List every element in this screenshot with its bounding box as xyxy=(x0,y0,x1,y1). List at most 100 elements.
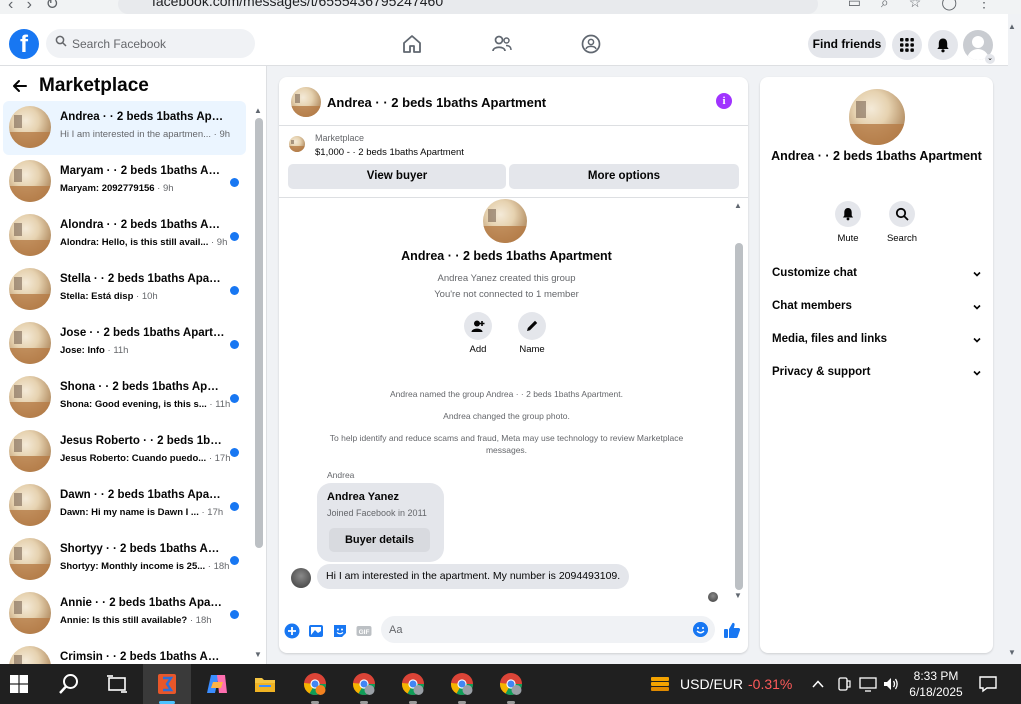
sticker-icon[interactable] xyxy=(332,623,348,639)
conversation-item[interactable]: Shortyy · · 2 beds 1baths Apartment Short… xyxy=(3,533,246,587)
chat-scrollbar[interactable] xyxy=(735,243,743,590)
unread-dot xyxy=(230,340,239,349)
message-input-box[interactable] xyxy=(381,616,715,643)
listing-description[interactable]: $1,000 - · 2 beds 1baths Apartment xyxy=(315,147,464,158)
privacy-support-section[interactable]: Privacy & support xyxy=(772,366,982,386)
conversation-name: Shona · · 2 beds 1baths Apartment xyxy=(60,381,225,393)
address-bar[interactable]: facebook.com/messages/t/6555436795247460 xyxy=(118,0,818,14)
emoji-icon[interactable] xyxy=(693,622,708,637)
chat-header: Andrea · · 2 beds 1baths Apartment i xyxy=(279,77,748,126)
meet-now-icon[interactable] xyxy=(836,676,852,692)
system-clock[interactable]: 8:33 PM 6/18/2025 xyxy=(908,668,964,700)
scroll-up-arrow[interactable]: ▲ xyxy=(254,106,262,115)
search-icon[interactable] xyxy=(57,672,81,696)
chevron-down-icon[interactable]: ⌄ xyxy=(985,54,995,64)
notifications-button[interactable] xyxy=(928,30,958,60)
facebook-logo[interactable]: f xyxy=(9,29,39,59)
volume-icon[interactable] xyxy=(882,676,900,692)
chrome-profile-2[interactable] xyxy=(352,672,376,696)
conversation-item[interactable]: Annie · · 2 beds 1baths Apartment Annie: … xyxy=(3,587,246,641)
find-friends-button[interactable]: Find friends xyxy=(808,30,886,58)
chat-avatar[interactable] xyxy=(291,87,321,117)
chat-scroll-down-arrow[interactable]: ▼ xyxy=(734,591,742,600)
stock-widget-icon[interactable] xyxy=(648,672,672,696)
info-icon[interactable]: i xyxy=(716,93,732,109)
buyer-details-button[interactable]: Buyer details xyxy=(329,528,430,552)
conversation-avatar xyxy=(9,484,51,526)
chevron-up-icon[interactable] xyxy=(810,676,826,692)
task-view-icon[interactable] xyxy=(105,672,129,696)
message-thread: Andrea · · 2 beds 1baths Apartment Andre… xyxy=(279,199,748,611)
file-explorer-icon[interactable] xyxy=(253,672,277,696)
conversation-name: Shortyy · · 2 beds 1baths Apartment xyxy=(60,543,225,555)
network-icon[interactable] xyxy=(859,676,877,692)
search-bar[interactable] xyxy=(46,29,255,58)
conversation-item[interactable]: Jesus Roberto · · 2 beds 1baths Apartmen… xyxy=(3,425,246,479)
sender-avatar[interactable] xyxy=(291,568,311,588)
notification-center-icon[interactable] xyxy=(978,675,998,693)
details-group-photo[interactable] xyxy=(849,89,905,145)
friends-icon[interactable] xyxy=(491,33,513,55)
conversation-item[interactable]: Jose · · 2 beds 1baths Apartment Jose: In… xyxy=(3,317,246,371)
sidebar-scrollbar[interactable] xyxy=(255,118,263,548)
chrome-profile-5[interactable] xyxy=(499,672,523,696)
chrome-profile-3[interactable] xyxy=(401,672,425,696)
rename-button[interactable]: Name xyxy=(512,312,552,355)
home-icon[interactable] xyxy=(401,33,423,55)
customize-chat-section[interactable]: Customize chat xyxy=(772,267,982,287)
more-options-button[interactable]: More options xyxy=(509,164,739,189)
thumbs-up-icon[interactable] xyxy=(723,621,741,639)
scroll-down-arrow[interactable]: ▼ xyxy=(254,650,262,659)
listing-thumbnail[interactable] xyxy=(289,136,305,152)
chat-members-section[interactable]: Chat members xyxy=(772,300,982,320)
conversation-avatar xyxy=(9,646,51,664)
bell-icon xyxy=(937,38,949,53)
page-scroll-down-arrow[interactable]: ▼ xyxy=(1008,648,1016,657)
message-input[interactable] xyxy=(389,616,689,643)
conversation-item[interactable]: Crimsin · · 2 beds 1baths Apartment xyxy=(3,641,246,664)
conversation-item[interactable]: Andrea · · 2 beds 1baths Apartment Hi I a… xyxy=(3,101,246,155)
chat-scroll-up-arrow[interactable]: ▲ xyxy=(734,201,742,210)
search-in-chat-button[interactable]: Search xyxy=(877,201,927,244)
chrome-profile-1[interactable] xyxy=(303,672,327,696)
chrome-profile-4[interactable] xyxy=(450,672,474,696)
photo-icon[interactable] xyxy=(308,623,324,639)
media-files-section[interactable]: Media, files and links xyxy=(772,333,982,353)
conversation-item[interactable]: Stella · · 2 beds 1baths Apartment Stella… xyxy=(3,263,246,317)
plus-circle-icon[interactable] xyxy=(284,623,300,639)
mute-button[interactable]: Mute xyxy=(823,201,873,244)
unread-dot xyxy=(230,232,239,241)
chat-title[interactable]: Andrea · · 2 beds 1baths Apartment xyxy=(327,95,546,110)
add-member-button[interactable]: Add xyxy=(458,312,498,355)
page-scroll-up-arrow[interactable]: ▲ xyxy=(1008,22,1016,31)
chrome-icon xyxy=(451,673,473,695)
preview-text: Alondra: Hello, is this still avail... xyxy=(60,237,209,248)
conversation-avatar xyxy=(9,538,51,580)
conversation-item[interactable]: Shona · · 2 beds 1baths Apartment Shona: … xyxy=(3,371,246,425)
message-bubble[interactable]: Hi I am interested in the apartment. My … xyxy=(317,564,630,589)
add-label: Add xyxy=(469,344,487,355)
browser-right-icons[interactable]: ▭⌕☆◯⋮ xyxy=(848,0,1011,11)
conversation-avatar xyxy=(9,592,51,634)
windows-start-icon[interactable] xyxy=(10,675,28,693)
conversation-preview: Dawn: Hi my name is Dawn I ... · 17h xyxy=(60,507,235,518)
view-buyer-button[interactable]: View buyer xyxy=(288,164,506,189)
menu-button[interactable] xyxy=(892,30,922,60)
unread-dot xyxy=(230,502,239,511)
chat-window: Andrea · · 2 beds 1baths Apartment i Mar… xyxy=(279,77,748,653)
conversation-item[interactable]: Alondra · · 2 beds 1baths Apartment Alond… xyxy=(3,209,246,263)
privacy-support-label: Privacy & support xyxy=(772,366,871,378)
browser-nav-icons[interactable]: ‹ › ↻ xyxy=(8,0,59,14)
conversation-preview: Shortyy: Monthly income is 25... · 18h xyxy=(60,561,235,572)
search-input[interactable] xyxy=(72,29,247,58)
back-arrow-icon[interactable] xyxy=(12,78,28,94)
ticker-name[interactable]: USD/EUR xyxy=(680,676,743,692)
taskbar-active-app[interactable] xyxy=(143,664,191,704)
conversation-item[interactable]: Dawn · · 2 beds 1baths Apartment Dawn: Hi… xyxy=(3,479,246,533)
gif-icon[interactable]: GIF xyxy=(356,623,372,639)
conversation-item[interactable]: Maryam · · 2 beds 1baths Apartment Maryam… xyxy=(3,155,246,209)
conversation-name: Alondra · · 2 beds 1baths Apartment xyxy=(60,219,225,231)
copilot-icon[interactable] xyxy=(205,672,229,696)
groups-icon[interactable] xyxy=(580,33,602,55)
group-photo[interactable] xyxy=(483,199,527,243)
